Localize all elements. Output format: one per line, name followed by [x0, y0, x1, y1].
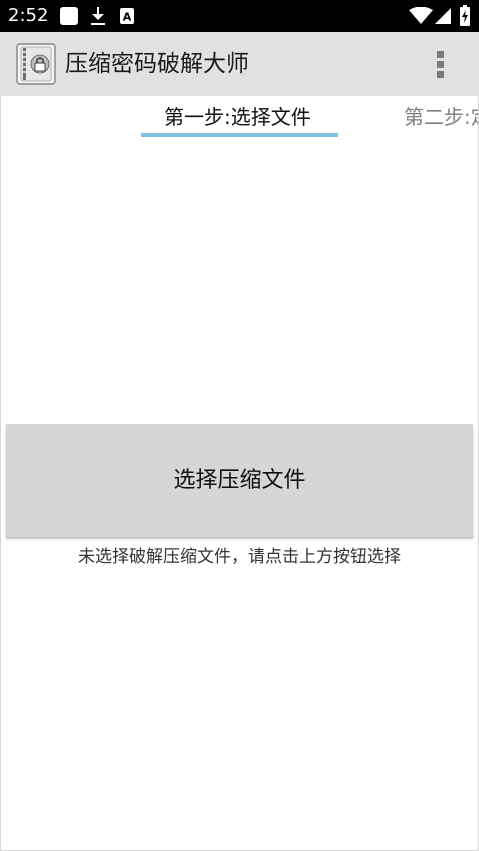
app-bar: 压缩密码破解大师 — [0, 32, 479, 96]
zip-lock-icon — [16, 43, 56, 85]
select-archive-button[interactable]: 选择压缩文件 — [6, 424, 473, 537]
svg-text:A: A — [123, 11, 132, 24]
download-icon — [91, 7, 105, 25]
main-content: 第一步:选择文件 第二步:定 选择压缩文件 未选择破解压缩文件，请点击上方按钮选… — [0, 96, 479, 851]
a-box-icon: A — [120, 8, 134, 24]
overflow-menu-dot — [437, 51, 444, 58]
battery-icon — [460, 5, 470, 26]
overflow-menu-icon[interactable] — [426, 46, 456, 82]
status-time: 2:52 — [8, 5, 49, 26]
overflow-menu-dot — [437, 61, 444, 68]
tab-step-1-select-file[interactable]: 第一步:选择文件 — [164, 104, 311, 130]
overflow-menu-dot — [437, 71, 444, 78]
status-bar: 2:52 A — [0, 0, 479, 32]
cell-signal-icon — [435, 8, 451, 24]
wifi-icon — [409, 7, 433, 24]
hint-text: 未选择破解压缩文件，请点击上方按钮选择 — [78, 547, 401, 567]
app-title: 压缩密码破解大师 — [65, 51, 249, 77]
tab-indicator — [141, 133, 338, 137]
square-notification-icon — [60, 7, 78, 25]
tab-step-2[interactable]: 第二步:定 — [404, 104, 478, 130]
